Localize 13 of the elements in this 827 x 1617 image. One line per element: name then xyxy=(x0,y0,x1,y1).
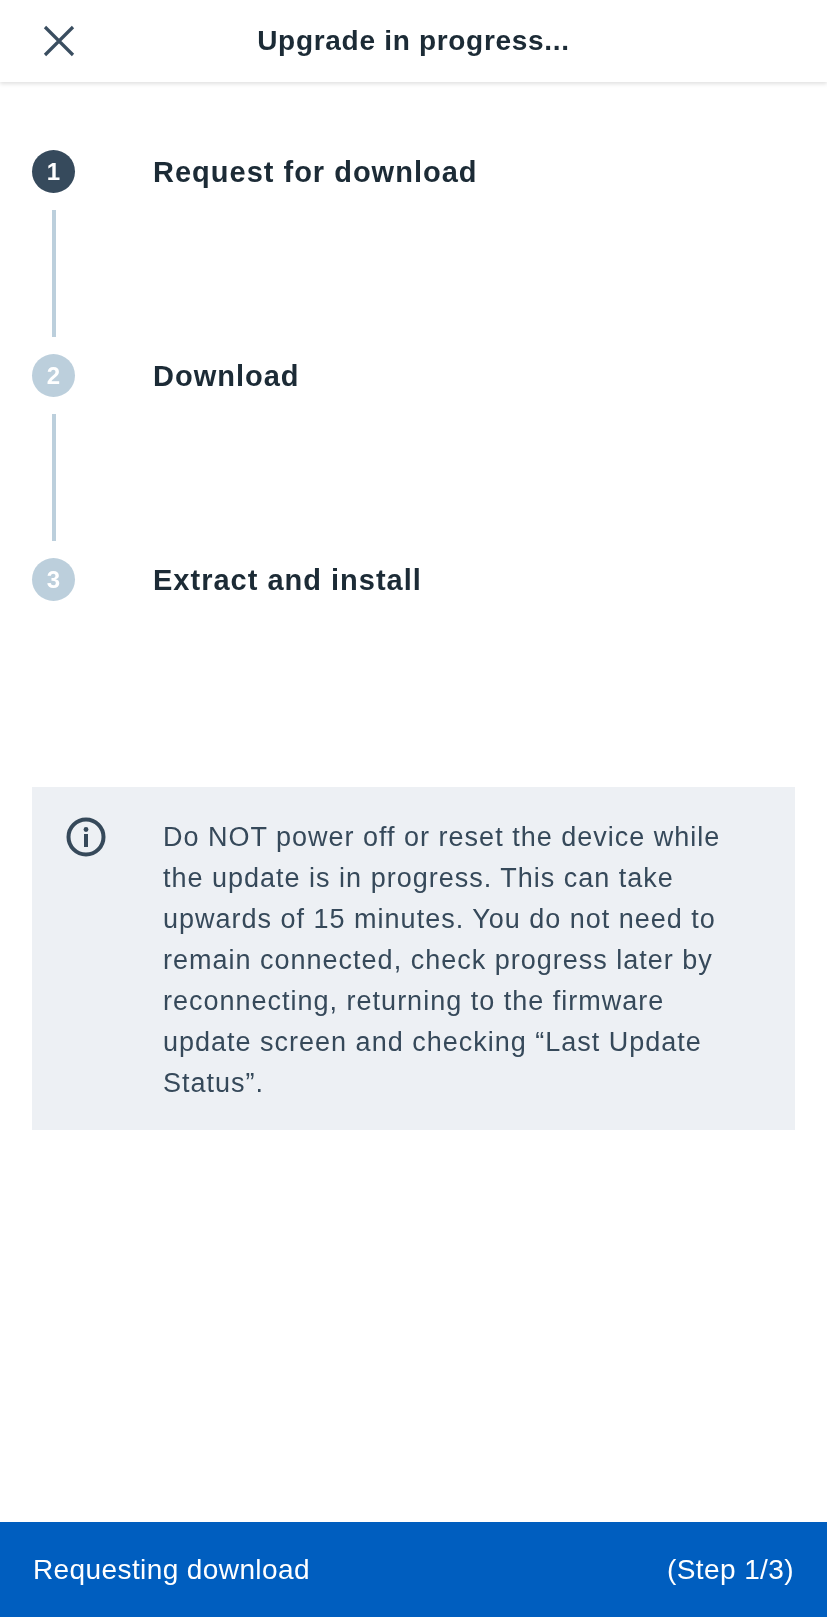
close-icon xyxy=(43,25,75,57)
status-message: Requesting download xyxy=(33,1552,310,1587)
step-label: Request for download xyxy=(153,154,478,190)
step-label: Download xyxy=(153,358,300,394)
step-number-badge: 1 xyxy=(32,150,75,193)
step-counter: (Step 1/3) xyxy=(667,1552,794,1587)
window-title: Upgrade in progress... xyxy=(257,24,570,58)
info-icon xyxy=(66,817,106,857)
step-label: Extract and install xyxy=(153,562,422,598)
step-number-badge: 2 xyxy=(32,354,75,397)
step-number-badge: 3 xyxy=(32,558,75,601)
close-button[interactable] xyxy=(43,25,75,57)
notice-text: Do NOT power off or reset the device while the update is in progress. This can take upwards of 15 minutes. You do not need to remain connected, check progress later by reconnecting, returning to the firmware update screen and checking “Last Update Status”. xyxy=(163,821,722,1100)
